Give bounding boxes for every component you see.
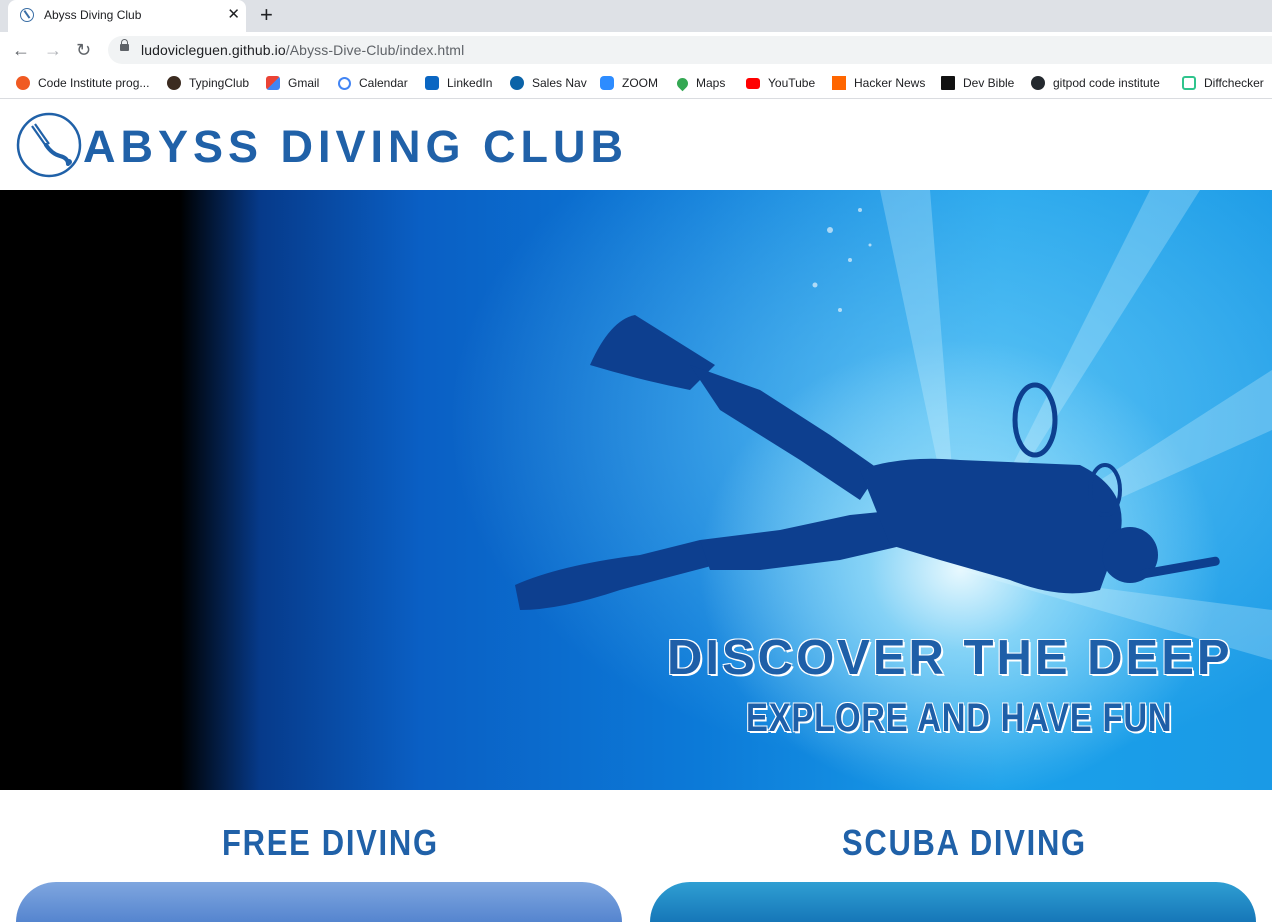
site-header: ABYSS DIVING CLUB <box>0 99 1272 190</box>
gmail-icon <box>266 76 280 90</box>
bookmark-label: LinkedIn <box>447 76 493 90</box>
maps-icon <box>674 75 691 91</box>
dev-bible-icon <box>941 76 955 90</box>
free-diving-image[interactable] <box>16 882 622 922</box>
bookmark-label: TypingClub <box>189 76 250 90</box>
bookmark-youtube[interactable]: YouTube <box>746 74 815 92</box>
bookmark-label: Maps <box>696 76 726 90</box>
diver-logo-icon[interactable] <box>16 112 82 178</box>
code-institute-icon <box>16 76 30 90</box>
bookmark-gitpod[interactable]: gitpod code institute <box>1031 74 1160 92</box>
browser-toolbar: ← → ↻ ludovicleguen.github.io/Abyss-Dive… <box>0 32 1272 68</box>
bookmark-label: Sales Nav <box>532 76 587 90</box>
bookmark-sales-nav[interactable]: Sales Nav <box>510 74 587 92</box>
zoom-icon <box>600 76 614 90</box>
bookmark-diffchecker[interactable]: Diffchecker <box>1182 74 1264 92</box>
bookmark-dev-bible[interactable]: Dev Bible <box>941 74 1014 92</box>
bookmark-label: Code Institute prog... <box>38 76 150 90</box>
bookmark-label: Hacker News <box>854 76 926 90</box>
scuba-diving-title: SCUBA DIVING <box>842 822 1087 863</box>
bookmark-gmail[interactable]: Gmail <box>266 74 319 92</box>
google-icon <box>338 76 351 90</box>
scuba-diving-image[interactable] <box>650 882 1256 922</box>
hero-banner: DISCOVER THE DEEP EXPLORE AND HAVE FUN <box>0 190 1272 790</box>
url-host: ludovicleguen.github.io <box>141 42 286 58</box>
linkedin-icon <box>425 76 439 90</box>
reload-button[interactable]: ↻ <box>76 38 91 62</box>
bookmark-label: Diffchecker <box>1204 76 1264 90</box>
diffchecker-icon <box>1182 76 1196 90</box>
sales-nav-icon <box>510 76 524 90</box>
bookmark-label: gitpod code institute <box>1053 76 1160 90</box>
address-bar[interactable]: ludovicleguen.github.io/Abyss-Dive-Club/… <box>108 36 1272 64</box>
github-icon <box>1031 76 1045 90</box>
browser-tab-strip: Abyss Diving Club ✕ + <box>0 0 1272 32</box>
new-tab-button[interactable]: + <box>260 3 273 27</box>
hero-heading: DISCOVER THE DEEP <box>667 631 1233 685</box>
bookmarks-bar: Code Institute prog... TypingClub Gmail … <box>0 68 1272 99</box>
typingclub-icon <box>167 76 181 90</box>
bookmark-label: Dev Bible <box>963 76 1015 90</box>
bookmark-zoom[interactable]: ZOOM <box>600 74 658 92</box>
bookmark-linkedin[interactable]: LinkedIn <box>425 74 492 92</box>
bookmark-calendar[interactable]: Calendar <box>338 74 408 92</box>
site-favicon-icon <box>20 8 34 22</box>
url-path: /Abyss-Dive-Club/index.html <box>285 42 465 58</box>
back-button[interactable]: ← <box>12 38 30 62</box>
tab-title: Abyss Diving Club <box>44 8 142 22</box>
site-title[interactable]: ABYSS DIVING CLUB <box>83 121 628 173</box>
bookmark-label: YouTube <box>768 76 816 90</box>
bookmark-label: Gmail <box>288 76 320 90</box>
hacker-news-icon <box>832 76 846 90</box>
close-tab-icon[interactable]: ✕ <box>227 6 240 24</box>
forward-button[interactable]: → <box>44 38 62 62</box>
bookmark-label: ZOOM <box>622 76 658 90</box>
bookmark-label: Calendar <box>359 76 408 90</box>
hero-subheading: EXPLORE AND HAVE FUN <box>746 696 1173 740</box>
bookmark-typingclub[interactable]: TypingClub <box>167 74 249 92</box>
bookmark-hacker-news[interactable]: Hacker News <box>832 74 925 92</box>
youtube-icon <box>746 77 760 89</box>
free-diving-title: FREE DIVING <box>222 822 439 863</box>
active-tab[interactable]: Abyss Diving Club ✕ <box>8 0 246 32</box>
bookmark-maps[interactable]: Maps <box>674 74 726 92</box>
lock-icon[interactable] <box>120 39 129 51</box>
bookmark-code-institute[interactable]: Code Institute prog... <box>16 74 149 92</box>
url-text[interactable]: ludovicleguen.github.io/Abyss-Dive-Club/… <box>141 42 464 58</box>
